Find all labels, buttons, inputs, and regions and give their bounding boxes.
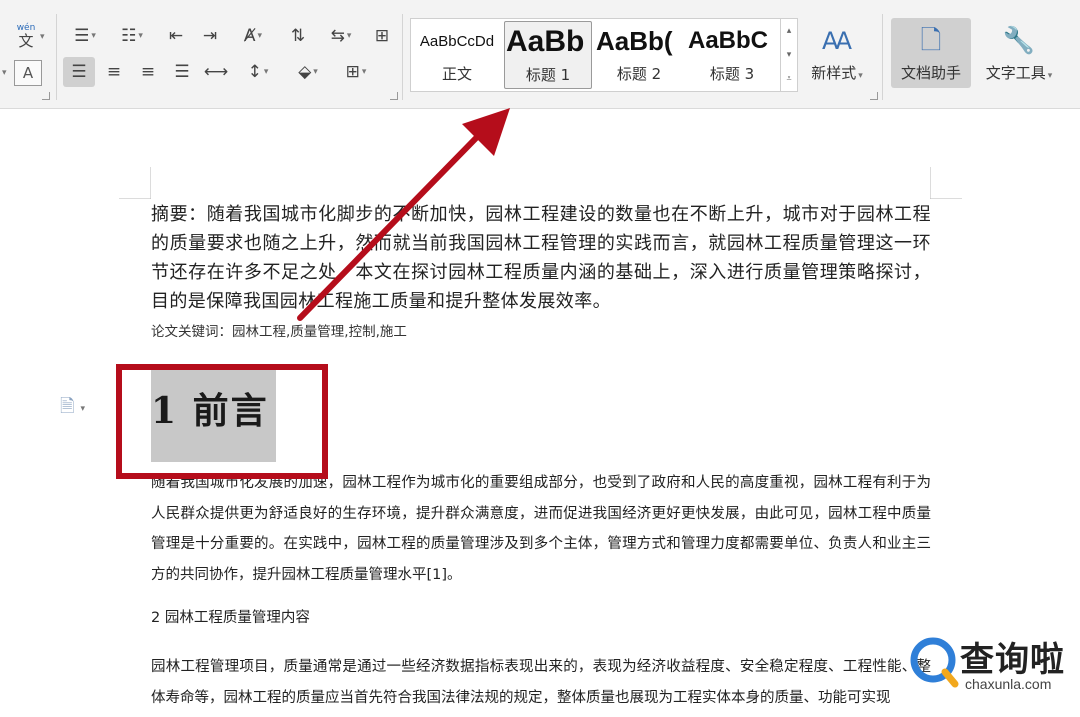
- watermark-brand: 查询啦: [960, 640, 1065, 680]
- watermark-domain: chaxunla.com: [965, 676, 1052, 692]
- watermark: 查询啦 chaxunla.com: [905, 630, 1080, 700]
- annotation-arrow: [297, 108, 510, 321]
- watermark-logo-icon: [910, 637, 959, 688]
